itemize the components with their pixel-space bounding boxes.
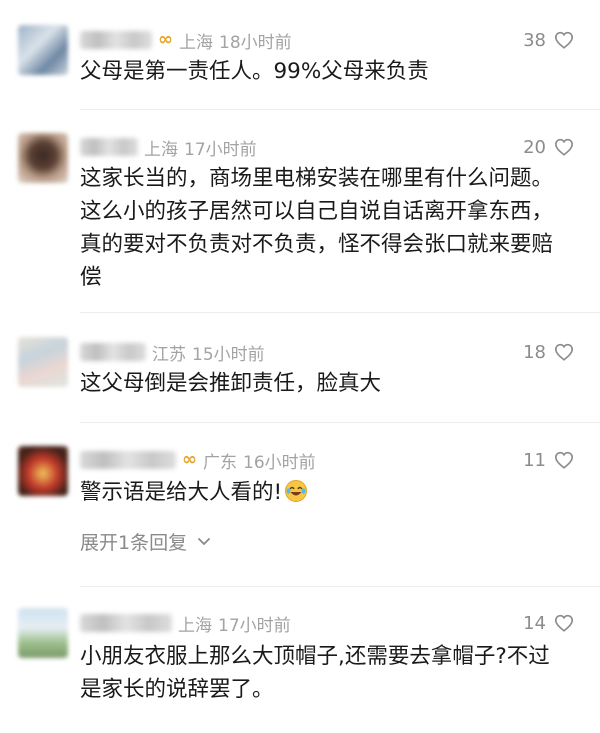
location-label: 上海: [179, 32, 213, 53]
heart-outline-icon[interactable]: [554, 614, 574, 632]
timestamp: 17小时前: [218, 615, 291, 636]
like-count: 11: [523, 449, 546, 471]
username-blurred[interactable]: [80, 31, 152, 49]
comment-meta: ∞ 上海 18小时前: [80, 27, 292, 53]
heart-outline-icon[interactable]: [554, 138, 574, 156]
location-label: 上海: [144, 139, 178, 160]
timestamp: 15小时前: [192, 344, 265, 365]
chevron-down-icon: [197, 530, 211, 552]
comment-text-body: 警示语是给大人看的!: [80, 480, 283, 505]
divider: [80, 109, 600, 110]
expand-replies-button[interactable]: 展开1条回复: [80, 527, 211, 555]
location-label: 江苏: [152, 344, 186, 365]
username-blurred[interactable]: [80, 614, 172, 632]
like-button[interactable]: 11: [523, 447, 574, 473]
divider: [80, 586, 600, 587]
comment-text: 这家长当的，商场里电梯安装在哪里有什么问题。这么小的孩子居然可以自己自说自话离开…: [80, 166, 554, 290]
comment-text: 警示语是给大人看的!: [80, 476, 570, 509]
comment-text: 父母是第一责任人。99%父母来负责: [80, 59, 429, 84]
username-blurred[interactable]: [80, 343, 146, 361]
like-count: 14: [523, 612, 546, 634]
location-label: 上海: [178, 615, 212, 636]
like-count: 18: [523, 341, 546, 363]
comment-meta: 上海 17小时前: [80, 134, 257, 160]
like-button[interactable]: 20: [523, 134, 574, 160]
divider: [80, 312, 600, 313]
username-blurred[interactable]: [80, 451, 176, 469]
expand-replies-label: 展开1条回复: [80, 531, 188, 554]
gold-badge-icon: ∞: [158, 29, 173, 50]
like-button[interactable]: 14: [523, 610, 574, 636]
avatar[interactable]: [18, 446, 68, 496]
timestamp: 16小时前: [243, 452, 316, 473]
timestamp: 18小时前: [219, 32, 292, 53]
heart-outline-icon[interactable]: [554, 343, 574, 361]
avatar[interactable]: [18, 608, 68, 658]
comment-meta: 江苏 15小时前: [80, 339, 265, 365]
timestamp: 17小时前: [184, 139, 257, 160]
comment-feed: ∞ 上海 18小时前 38 父母是第一责任人。99%父母来负责 上海 17小时前…: [0, 0, 600, 733]
laughing-tears-emoji-icon: [284, 479, 308, 503]
like-button[interactable]: 18: [523, 339, 574, 365]
location-label: 广东: [203, 452, 237, 473]
avatar[interactable]: [18, 337, 68, 387]
avatar[interactable]: [18, 25, 68, 75]
gold-badge-icon: ∞: [182, 449, 197, 470]
username-blurred[interactable]: [80, 138, 138, 156]
divider: [80, 422, 600, 423]
like-count: 38: [523, 29, 546, 51]
comment-meta: 上海 17小时前: [80, 610, 291, 636]
like-button[interactable]: 38: [523, 27, 574, 53]
heart-outline-icon[interactable]: [554, 31, 574, 49]
comment-meta: ∞ 广东 16小时前: [80, 447, 316, 473]
comment-text: 这父母倒是会推卸责任，脸真大: [80, 371, 382, 396]
avatar[interactable]: [18, 133, 68, 183]
comment-text: 小朋友衣服上那么大顶帽子,还需要去拿帽子?不过是家长的说辞罢了。: [80, 644, 550, 702]
heart-outline-icon[interactable]: [554, 451, 574, 469]
like-count: 20: [523, 136, 546, 158]
